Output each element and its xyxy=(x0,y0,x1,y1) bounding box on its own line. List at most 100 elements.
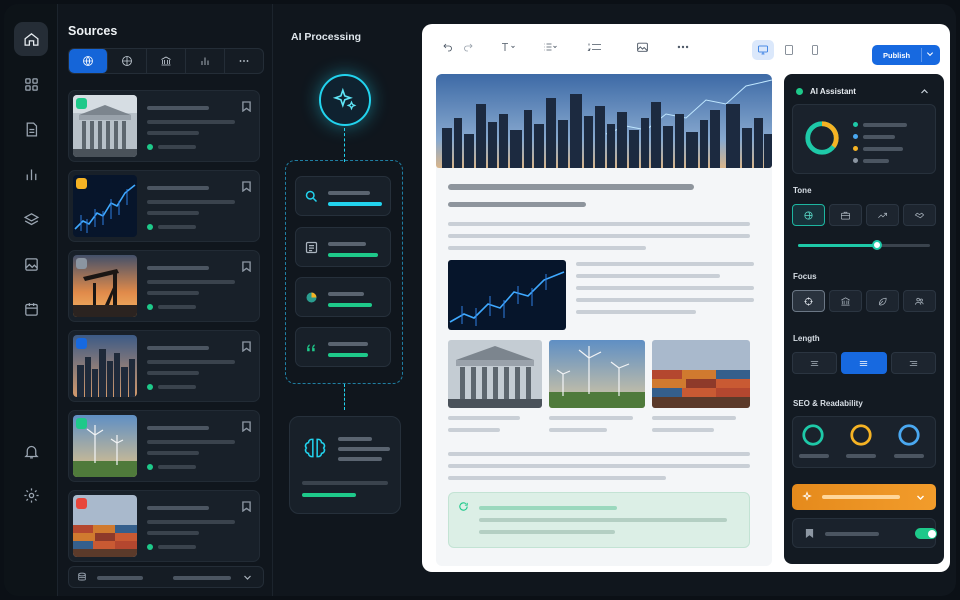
text-placeholder xyxy=(147,291,199,295)
tab-globe[interactable] xyxy=(69,49,108,73)
chevron-up-icon[interactable] xyxy=(920,87,929,96)
text-placeholder xyxy=(173,576,231,580)
tab-more[interactable] xyxy=(225,49,263,73)
source-badge xyxy=(76,98,87,109)
text-placeholder xyxy=(147,520,235,524)
bar-chart-icon[interactable] xyxy=(14,157,48,191)
bookmark-icon[interactable] xyxy=(242,99,251,113)
assistant-title: AI Assistant xyxy=(810,87,856,96)
source-card[interactable] xyxy=(68,490,260,562)
source-card[interactable] xyxy=(68,170,260,242)
donut-chart xyxy=(805,121,839,155)
text-placeholder xyxy=(158,545,196,549)
text-placeholder xyxy=(147,506,209,510)
tone-option-friendly[interactable] xyxy=(792,204,825,226)
chevron-down-icon xyxy=(917,495,924,500)
sources-tabs xyxy=(68,48,264,74)
globe-icon xyxy=(804,210,813,220)
text-placeholder xyxy=(147,440,235,444)
tab-data[interactable] xyxy=(186,49,225,73)
bookmark-icon[interactable] xyxy=(242,339,251,353)
chevron-down-icon[interactable] xyxy=(926,50,934,58)
people-icon xyxy=(915,297,924,305)
tone-slider-thumb[interactable] xyxy=(872,240,883,250)
image-icon[interactable] xyxy=(14,247,48,281)
app-window: Sources AI Processing Publish AI Assista… xyxy=(4,4,956,596)
text-format-icon[interactable] xyxy=(498,40,518,54)
sources-footer-select[interactable] xyxy=(68,566,264,588)
tab-web[interactable] xyxy=(108,49,147,73)
text-placeholder xyxy=(158,465,196,469)
ai-suggestion-callout[interactable] xyxy=(448,492,750,548)
sources-panel: Sources xyxy=(58,4,272,596)
bookmark-icon xyxy=(805,529,814,538)
bookmark-icon[interactable] xyxy=(242,419,251,433)
focus-option-institution[interactable] xyxy=(829,290,862,312)
text-placeholder xyxy=(448,476,666,480)
processing-step xyxy=(295,176,391,216)
caption-placeholder xyxy=(448,428,500,432)
redo-icon[interactable] xyxy=(462,40,474,54)
containers-image xyxy=(652,340,750,408)
calendar-icon[interactable] xyxy=(14,292,48,326)
focus-option-environment[interactable] xyxy=(866,290,899,312)
length-option-long[interactable] xyxy=(890,352,936,374)
ai-generate-button[interactable] xyxy=(792,484,936,510)
tone-options xyxy=(792,204,936,226)
list-icon[interactable] xyxy=(540,40,560,54)
document-canvas[interactable] xyxy=(436,74,772,566)
source-card[interactable] xyxy=(68,410,260,482)
focus-label: Focus xyxy=(793,272,817,281)
tone-option-partnership[interactable] xyxy=(903,204,936,226)
save-option-row xyxy=(792,518,937,548)
source-card[interactable] xyxy=(68,330,260,402)
tone-option-professional[interactable] xyxy=(829,204,862,226)
text-placeholder xyxy=(338,457,382,461)
bookmark-icon[interactable] xyxy=(242,499,251,513)
caption-placeholder xyxy=(549,416,633,420)
focus-option-people[interactable] xyxy=(903,290,936,312)
text-placeholder xyxy=(576,298,754,302)
headline-placeholder xyxy=(448,184,694,190)
tablet-view-button[interactable] xyxy=(778,40,800,60)
desktop-view-button[interactable] xyxy=(752,40,774,60)
progress-track xyxy=(302,481,388,485)
legend-dot xyxy=(853,158,858,163)
home-icon[interactable] xyxy=(14,22,48,56)
text-placeholder xyxy=(147,200,235,204)
legend-dot xyxy=(853,122,858,127)
source-badge xyxy=(76,418,87,429)
publish-button[interactable]: Publish xyxy=(872,45,940,65)
image-icon[interactable] xyxy=(636,40,649,54)
source-card[interactable] xyxy=(68,90,260,162)
length-option-medium[interactable] xyxy=(841,352,887,374)
undo-icon[interactable] xyxy=(442,40,454,54)
gear-icon[interactable] xyxy=(14,478,48,512)
progress-bar xyxy=(328,202,382,206)
tab-institution[interactable] xyxy=(147,49,186,73)
text-placeholder xyxy=(448,234,750,238)
text-placeholder xyxy=(448,222,750,226)
numbered-list-icon[interactable] xyxy=(582,40,608,54)
bookmark-icon[interactable] xyxy=(242,179,251,193)
wind-turbines-image xyxy=(549,340,645,408)
layers-icon[interactable] xyxy=(14,202,48,236)
grid-icon[interactable] xyxy=(14,67,48,101)
text-placeholder xyxy=(479,518,727,522)
text-placeholder xyxy=(863,135,895,139)
text-placeholder xyxy=(338,447,390,451)
document-icon[interactable] xyxy=(14,112,48,146)
tone-option-analytical[interactable] xyxy=(866,204,899,226)
focus-option-target[interactable] xyxy=(792,290,825,312)
readability-score-ring xyxy=(850,424,872,446)
text-placeholder xyxy=(863,123,907,127)
length-option-short[interactable] xyxy=(792,352,838,374)
length-label: Length xyxy=(793,334,820,343)
save-toggle[interactable] xyxy=(915,528,937,539)
bell-icon[interactable] xyxy=(14,434,48,468)
bookmark-icon[interactable] xyxy=(242,259,251,273)
processing-step xyxy=(295,327,391,367)
more-icon[interactable] xyxy=(676,40,690,54)
mobile-view-button[interactable] xyxy=(804,40,826,60)
source-card[interactable] xyxy=(68,250,260,322)
